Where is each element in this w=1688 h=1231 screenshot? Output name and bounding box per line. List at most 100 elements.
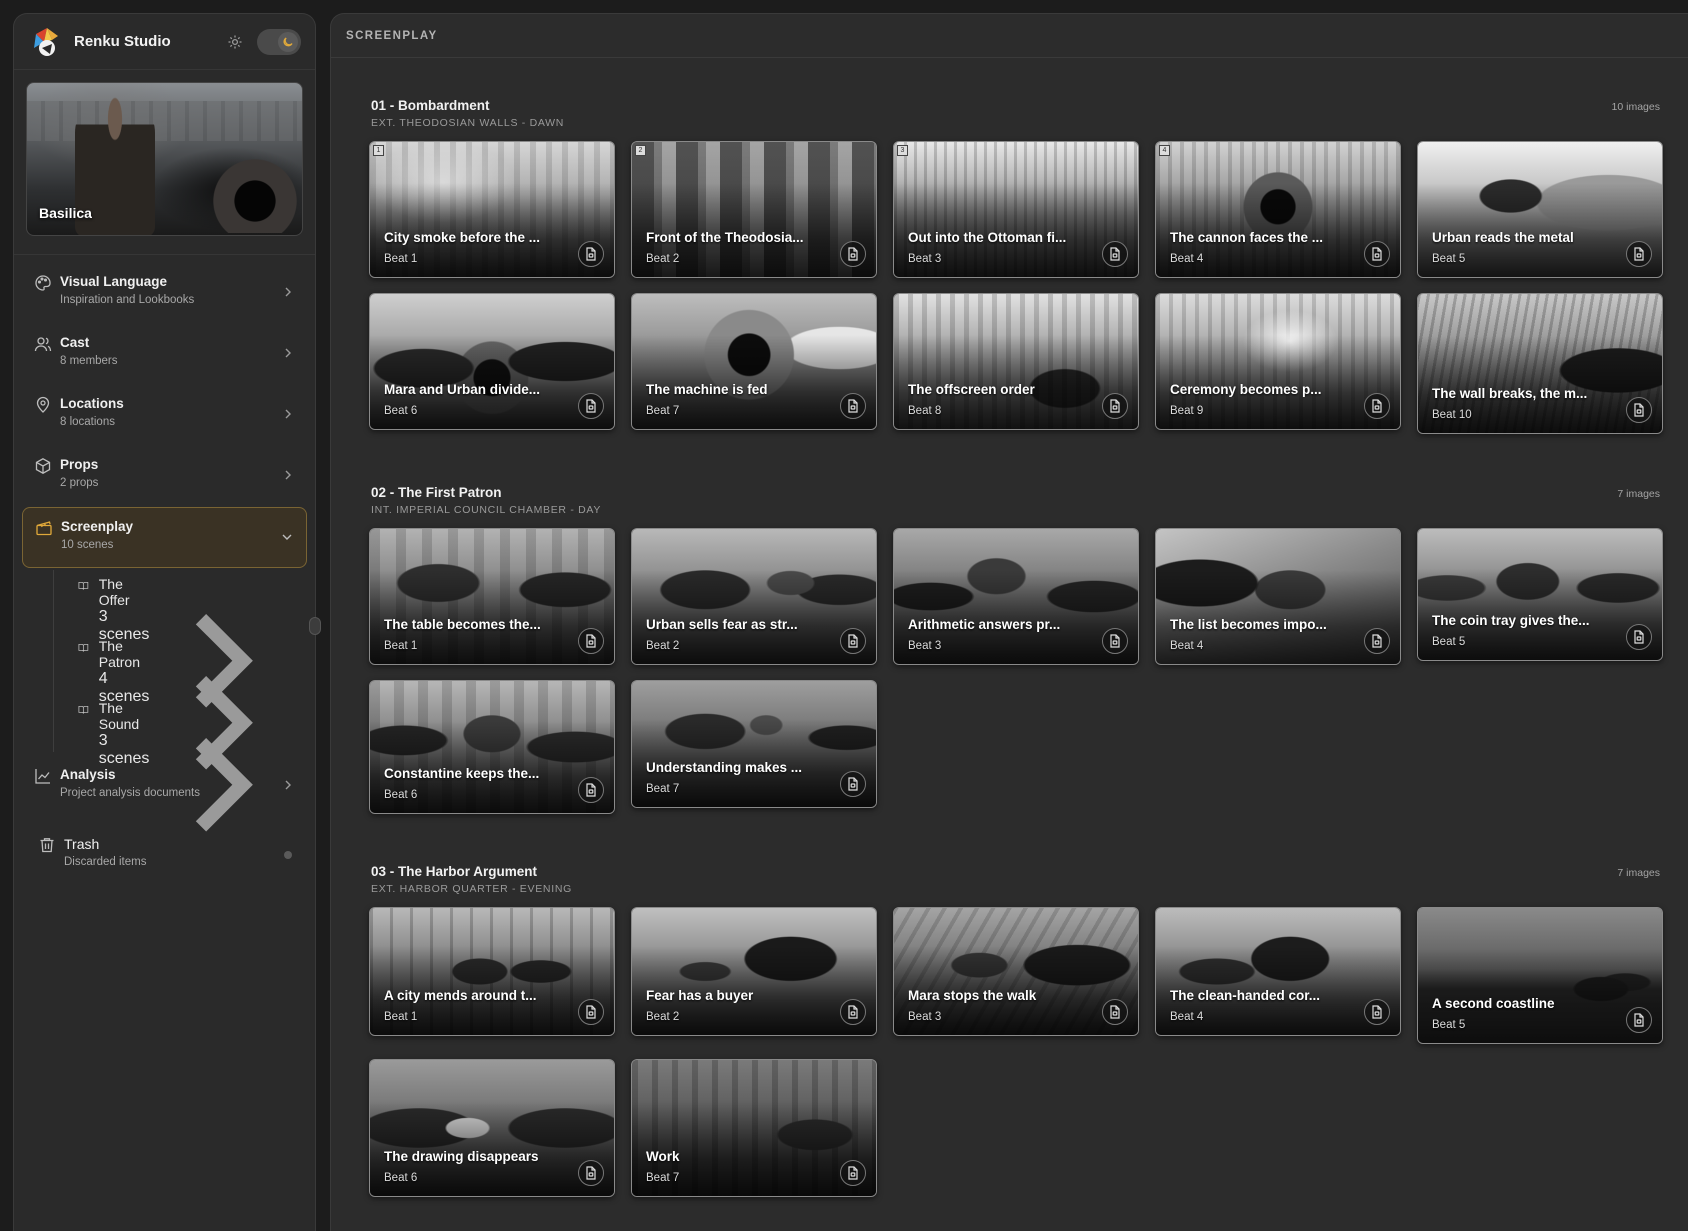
beat-number: Beat 2 <box>646 253 680 265</box>
beat-card[interactable]: Work Beat 7 <box>631 1059 877 1197</box>
sidebar-item-trash[interactable]: Trash Discarded items <box>22 825 307 886</box>
beat-title: The list becomes impo... <box>1170 617 1327 632</box>
beat-card[interactable]: 3 Out into the Ottoman fi... Beat 3 <box>893 141 1139 278</box>
beat-card[interactable]: A city mends around t... Beat 1 <box>369 907 615 1036</box>
nav-title: Props <box>60 457 99 472</box>
beat-card[interactable]: The wall breaks, the m... Beat 10 <box>1417 293 1663 434</box>
beat-number: Beat 7 <box>646 1172 680 1184</box>
beat-number: Beat 8 <box>908 405 942 417</box>
beat-document-icon[interactable] <box>578 393 604 419</box>
beat-document-icon[interactable] <box>578 628 604 654</box>
sidebar-item-analysis[interactable]: Analysis Project analysis documents <box>22 756 307 817</box>
beat-card[interactable]: Fear has a buyer Beat 2 <box>631 907 877 1036</box>
beat-card[interactable]: The list becomes impo... Beat 4 <box>1155 528 1401 665</box>
brand-header: Renku Studio <box>14 14 315 70</box>
beat-card[interactable]: Ceremony becomes p... Beat 9 <box>1155 293 1401 430</box>
beat-number: Beat 1 <box>384 253 418 265</box>
beat-title: Work <box>646 1149 680 1164</box>
beat-document-icon[interactable] <box>1102 999 1128 1025</box>
beat-document-icon[interactable] <box>840 393 866 419</box>
scene-header: 03 - The Harbor Argument EXT. HARBOR QUA… <box>331 863 1688 895</box>
beat-document-icon[interactable] <box>1364 999 1390 1025</box>
palette-icon <box>35 275 51 291</box>
beat-document-icon[interactable] <box>578 1160 604 1186</box>
sidebar-resize-handle[interactable] <box>309 617 321 635</box>
beat-card[interactable]: A second coastline Beat 5 <box>1417 907 1663 1044</box>
beat-card[interactable]: The clean-handed cor... Beat 4 <box>1155 907 1401 1036</box>
beat-card[interactable]: Arithmetic answers pr... Beat 3 <box>893 528 1139 665</box>
nav-title: Cast <box>60 335 90 350</box>
sidebar-item-visual-language[interactable]: Visual Language Inspiration and Lookbook… <box>22 263 307 324</box>
beat-document-icon[interactable] <box>840 771 866 797</box>
beat-number: Beat 2 <box>646 1011 680 1023</box>
beat-title: A city mends around t... <box>384 988 537 1003</box>
beat-card[interactable]: The coin tray gives the... Beat 5 <box>1417 528 1663 661</box>
beat-document-icon[interactable] <box>1364 393 1390 419</box>
sidebar-item-locations[interactable]: Locations 8 locations <box>22 385 307 446</box>
beat-document-icon[interactable] <box>1626 1007 1652 1033</box>
sidebar-item-screenplay[interactable]: Screenplay 10 scenes <box>22 507 307 568</box>
beat-document-icon[interactable] <box>578 999 604 1025</box>
beat-card[interactable]: Constantine keeps the... Beat 6 <box>369 680 615 814</box>
beat-number: Beat 7 <box>646 783 680 795</box>
chevron-right-icon <box>285 780 291 790</box>
beat-number: Beat 3 <box>908 1011 942 1023</box>
beat-number: Beat 4 <box>1170 640 1204 652</box>
chevron-right-icon <box>285 348 291 358</box>
beat-document-icon[interactable] <box>840 241 866 267</box>
book-open-icon <box>78 644 89 652</box>
image-count: 7 images <box>1617 488 1660 500</box>
scene-title: 03 - The Harbor Argument <box>371 864 538 879</box>
beat-card[interactable]: 4 The cannon faces the ... Beat 4 <box>1155 141 1401 278</box>
beat-document-icon[interactable] <box>1626 624 1652 650</box>
sidebar-item-props[interactable]: Props 2 props <box>22 446 307 507</box>
status-dot <box>284 851 292 859</box>
beat-card[interactable]: Understanding makes ... Beat 7 <box>631 680 877 808</box>
sequence-item-the-offer[interactable]: The Offer 3 scenes <box>52 568 307 708</box>
beat-document-icon[interactable] <box>840 628 866 654</box>
users-icon <box>34 337 52 352</box>
beat-document-icon[interactable] <box>1102 393 1128 419</box>
beat-grid: 1 City smoke before the ... Beat 1 2 Fro… <box>369 141 1688 434</box>
beat-number-badge: 4 <box>1159 145 1170 156</box>
beat-card[interactable]: Mara stops the walk Beat 3 <box>893 907 1139 1036</box>
beat-document-icon[interactable] <box>1102 241 1128 267</box>
beat-document-icon[interactable] <box>1626 397 1652 423</box>
sidebar-item-cast[interactable]: Cast 8 members <box>22 324 307 385</box>
beat-card[interactable]: 2 Front of the Theodosia... Beat 2 <box>631 141 877 278</box>
beat-document-icon[interactable] <box>1364 241 1390 267</box>
beat-number: Beat 6 <box>384 789 418 801</box>
beat-card[interactable]: 1 City smoke before the ... Beat 1 <box>369 141 615 278</box>
screenplay-panel: SCREENPLAY 01 - Bombardment EXT. THEODOS… <box>330 13 1688 1231</box>
beat-number: Beat 7 <box>646 405 680 417</box>
beat-title: Arithmetic answers pr... <box>908 617 1061 632</box>
trash-icon <box>40 838 54 853</box>
app-name: Renku Studio <box>74 33 171 50</box>
beat-title: Mara and Urban divide... <box>384 382 541 397</box>
beat-card[interactable]: Mara and Urban divide... Beat 6 <box>369 293 615 430</box>
beat-document-icon[interactable] <box>578 777 604 803</box>
beat-document-icon[interactable] <box>1626 241 1652 267</box>
beat-title: Ceremony becomes p... <box>1170 382 1322 397</box>
beat-document-icon[interactable] <box>840 1160 866 1186</box>
sidebar-divider <box>14 254 315 255</box>
project-card[interactable]: Basilica <box>26 82 303 236</box>
beat-number: Beat 2 <box>646 640 680 652</box>
beat-document-icon[interactable] <box>1102 628 1128 654</box>
nav-title: Locations <box>60 396 124 411</box>
beat-card[interactable]: The drawing disappears Beat 6 <box>369 1059 615 1197</box>
beat-card[interactable]: Urban sells fear as str... Beat 2 <box>631 528 877 665</box>
beat-card[interactable]: The offscreen order Beat 8 <box>893 293 1139 430</box>
beat-card[interactable]: Urban reads the metal Beat 5 <box>1417 141 1663 278</box>
beat-document-icon[interactable] <box>840 999 866 1025</box>
chevron-right-icon <box>285 470 291 480</box>
settings-gear-icon[interactable] <box>225 32 245 52</box>
scene-section: 03 - The Harbor Argument EXT. HARBOR QUA… <box>331 863 1688 1207</box>
beat-card[interactable]: The table becomes the... Beat 1 <box>369 528 615 665</box>
beat-document-icon[interactable] <box>1364 628 1390 654</box>
beat-document-icon[interactable] <box>578 241 604 267</box>
theme-toggle[interactable] <box>257 28 301 55</box>
beat-card[interactable]: The machine is fed Beat 7 <box>631 293 877 430</box>
sidebar: Renku Studio Basilica Visual Language In… <box>13 13 316 1231</box>
beat-grid: The table becomes the... Beat 1 Urban se… <box>369 528 1688 818</box>
